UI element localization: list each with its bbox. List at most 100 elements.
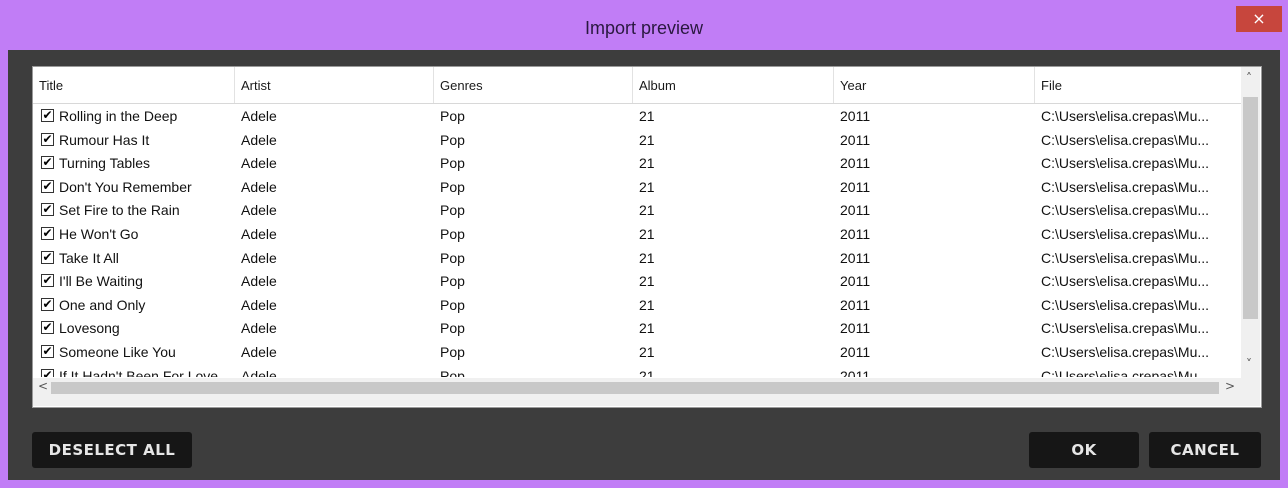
table-row[interactable]: ✔ Turning Tables Adele Pop 21 2011 C:\Users\el… [33,151,1241,175]
cell-file: C:\Users\elisa.crepas\Mu... [1041,202,1210,219]
import-preview-window: Import preview × Title Artist Genres Alb… [0,0,1288,488]
window-title: Import preview [584,18,704,38]
cell-title: Turning Tables [59,155,151,172]
cell-genres: Pop [440,155,465,172]
column-header-file[interactable]: File [1035,67,1241,103]
cell-file: C:\Users\elisa.crepas\Mu... [1041,155,1210,172]
close-button[interactable]: × [1236,6,1282,32]
cell-file: C:\Users\elisa.crepas\Mu... [1041,178,1210,195]
table-row[interactable]: ✔ Someone Like You Adele Pop 21 2011 C:\Users\… [33,340,1241,364]
scroll-down-icon[interactable]: ˅ [1246,357,1252,371]
cell-file: C:\Users\elisa.crepas\Mu... [1041,367,1210,377]
table-row[interactable]: ✔ If It Hadn't Been For Love Adele Pop 21 201… [33,364,1241,377]
vertical-scrollbar[interactable]: ˄ ˅ [1241,67,1260,378]
dialog-body: Title Artist Genres Album Year File ✔ Rol… [8,50,1280,480]
cell-album: 21 [639,202,655,219]
cell-artist: Adele [241,249,277,266]
cell-year: 2011 [840,108,871,124]
cell-album: 21 [639,155,655,172]
cell-genres: Pop [440,320,465,337]
scrollbar-corner [1241,378,1260,406]
ok-button[interactable]: OK [1029,432,1139,468]
cell-genres: Pop [440,202,465,219]
cell-year: 2011 [840,296,871,313]
cell-artist: Adele [241,344,277,360]
cell-album: 21 [639,226,655,242]
cell-year: 2011 [840,131,871,148]
cell-artist: Adele [241,155,277,172]
table-row[interactable]: ✔ Rolling in the Deep Adele Pop 21 2011 C:\Use… [33,104,1241,128]
cell-album: 21 [639,108,655,124]
horizontal-scroll-thumb[interactable] [51,382,1219,394]
column-header-year[interactable]: Year [834,67,1035,103]
cell-genres: Pop [440,273,465,290]
cell-album: 21 [639,344,655,360]
cell-artist: Adele [241,296,277,313]
cell-title: I'll Be Waiting [59,273,143,290]
cell-title: Take It All [59,249,119,266]
cell-artist: Adele [241,320,277,337]
cancel-button[interactable]: CANCEL [1149,432,1261,468]
track-grid: Title Artist Genres Album Year File ✔ Rol… [32,66,1262,408]
cell-year: 2011 [840,226,871,242]
grid-header: Title Artist Genres Album Year File [33,67,1241,104]
cell-genres: Pop [440,226,465,242]
column-header-album[interactable]: Album [633,67,834,103]
table-row[interactable]: ✔ Rumour Has It Adele Pop 21 2011 C:\Users\eli… [33,128,1241,152]
cell-year: 2011 [840,367,871,377]
cell-artist: Adele [241,273,277,290]
table-row[interactable]: ✔ I'll Be Waiting Adele Pop 21 2011 C:\Users\e… [33,269,1241,293]
cell-artist: Adele [241,226,277,242]
cell-artist: Adele [241,131,277,148]
cell-artist: Adele [241,202,277,219]
horizontal-scrollbar[interactable]: < > [33,378,1241,406]
cell-file: C:\Users\elisa.crepas\Mu... [1041,344,1210,360]
table-row[interactable]: ✔ One and Only Adele Pop 21 2011 C:\Users\elis… [33,293,1241,317]
cell-year: 2011 [840,202,871,219]
cell-year: 2011 [840,178,871,195]
cell-file: C:\Users\elisa.crepas\Mu... [1041,131,1210,148]
scroll-up-icon[interactable]: ˄ [1246,71,1252,85]
cell-title: If It Hadn't Been For Love [59,367,219,377]
deselect-all-button[interactable]: DESELECT ALL [32,432,192,468]
cell-title: Lovesong [59,320,120,337]
table-row[interactable]: ✔ Lovesong Adele Pop 21 2011 C:\Users\elisa.cr… [33,316,1241,340]
cell-genres: Pop [440,249,465,266]
cell-genres: Pop [440,367,465,377]
scroll-left-icon[interactable]: < [38,379,48,393]
cell-artist: Adele [241,108,277,124]
cell-file: C:\Users\elisa.crepas\Mu... [1041,226,1210,242]
cell-genres: Pop [440,296,465,313]
cell-album: 21 [639,273,655,290]
cell-title: Don't You Remember [59,178,192,195]
table-row[interactable]: ✔ He Won't Go Adele Pop 21 2011 C:\Users\elisa… [33,222,1241,246]
cell-album: 21 [639,367,655,377]
column-header-genres[interactable]: Genres [434,67,633,103]
cell-year: 2011 [840,320,871,337]
cell-album: 21 [639,296,655,313]
cell-title: One and Only [59,296,146,313]
scroll-right-icon[interactable]: > [1225,379,1235,393]
cell-title: Someone Like You [59,344,176,360]
cell-artist: Adele [241,178,277,195]
table-row[interactable]: ✔ Take It All Adele Pop 21 2011 C:\Users\elisa… [33,246,1241,270]
cell-title: Rolling in the Deep [59,108,178,124]
grid-rows: ✔ Rolling in the Deep Adele Pop 21 2011 C:\Use… [33,104,1241,377]
cell-title: Rumour Has It [59,131,150,148]
cell-genres: Pop [440,108,465,124]
table-row[interactable]: ✔ Don't You Remember Adele Pop 21 2011 C:\User… [33,175,1241,199]
cell-year: 2011 [840,273,871,290]
vertical-scroll-thumb[interactable] [1243,97,1258,319]
cell-title: Set Fire to the Rain [59,202,180,219]
cell-file: C:\Users\elisa.crepas\Mu... [1041,273,1210,290]
cell-genres: Pop [440,344,465,360]
column-header-artist[interactable]: Artist [235,67,434,103]
cell-file: C:\Users\elisa.crepas\Mu... [1041,296,1210,313]
cell-album: 21 [639,131,655,148]
cell-year: 2011 [840,249,871,266]
title-bar: Import preview × [0,0,1288,50]
table-row[interactable]: ✔ Set Fire to the Rain Adele Pop 21 2011 C:\Us… [33,198,1241,222]
cell-file: C:\Users\elisa.crepas\Mu... [1041,320,1210,337]
cell-album: 21 [639,249,655,266]
column-header-title[interactable]: Title [33,67,235,103]
